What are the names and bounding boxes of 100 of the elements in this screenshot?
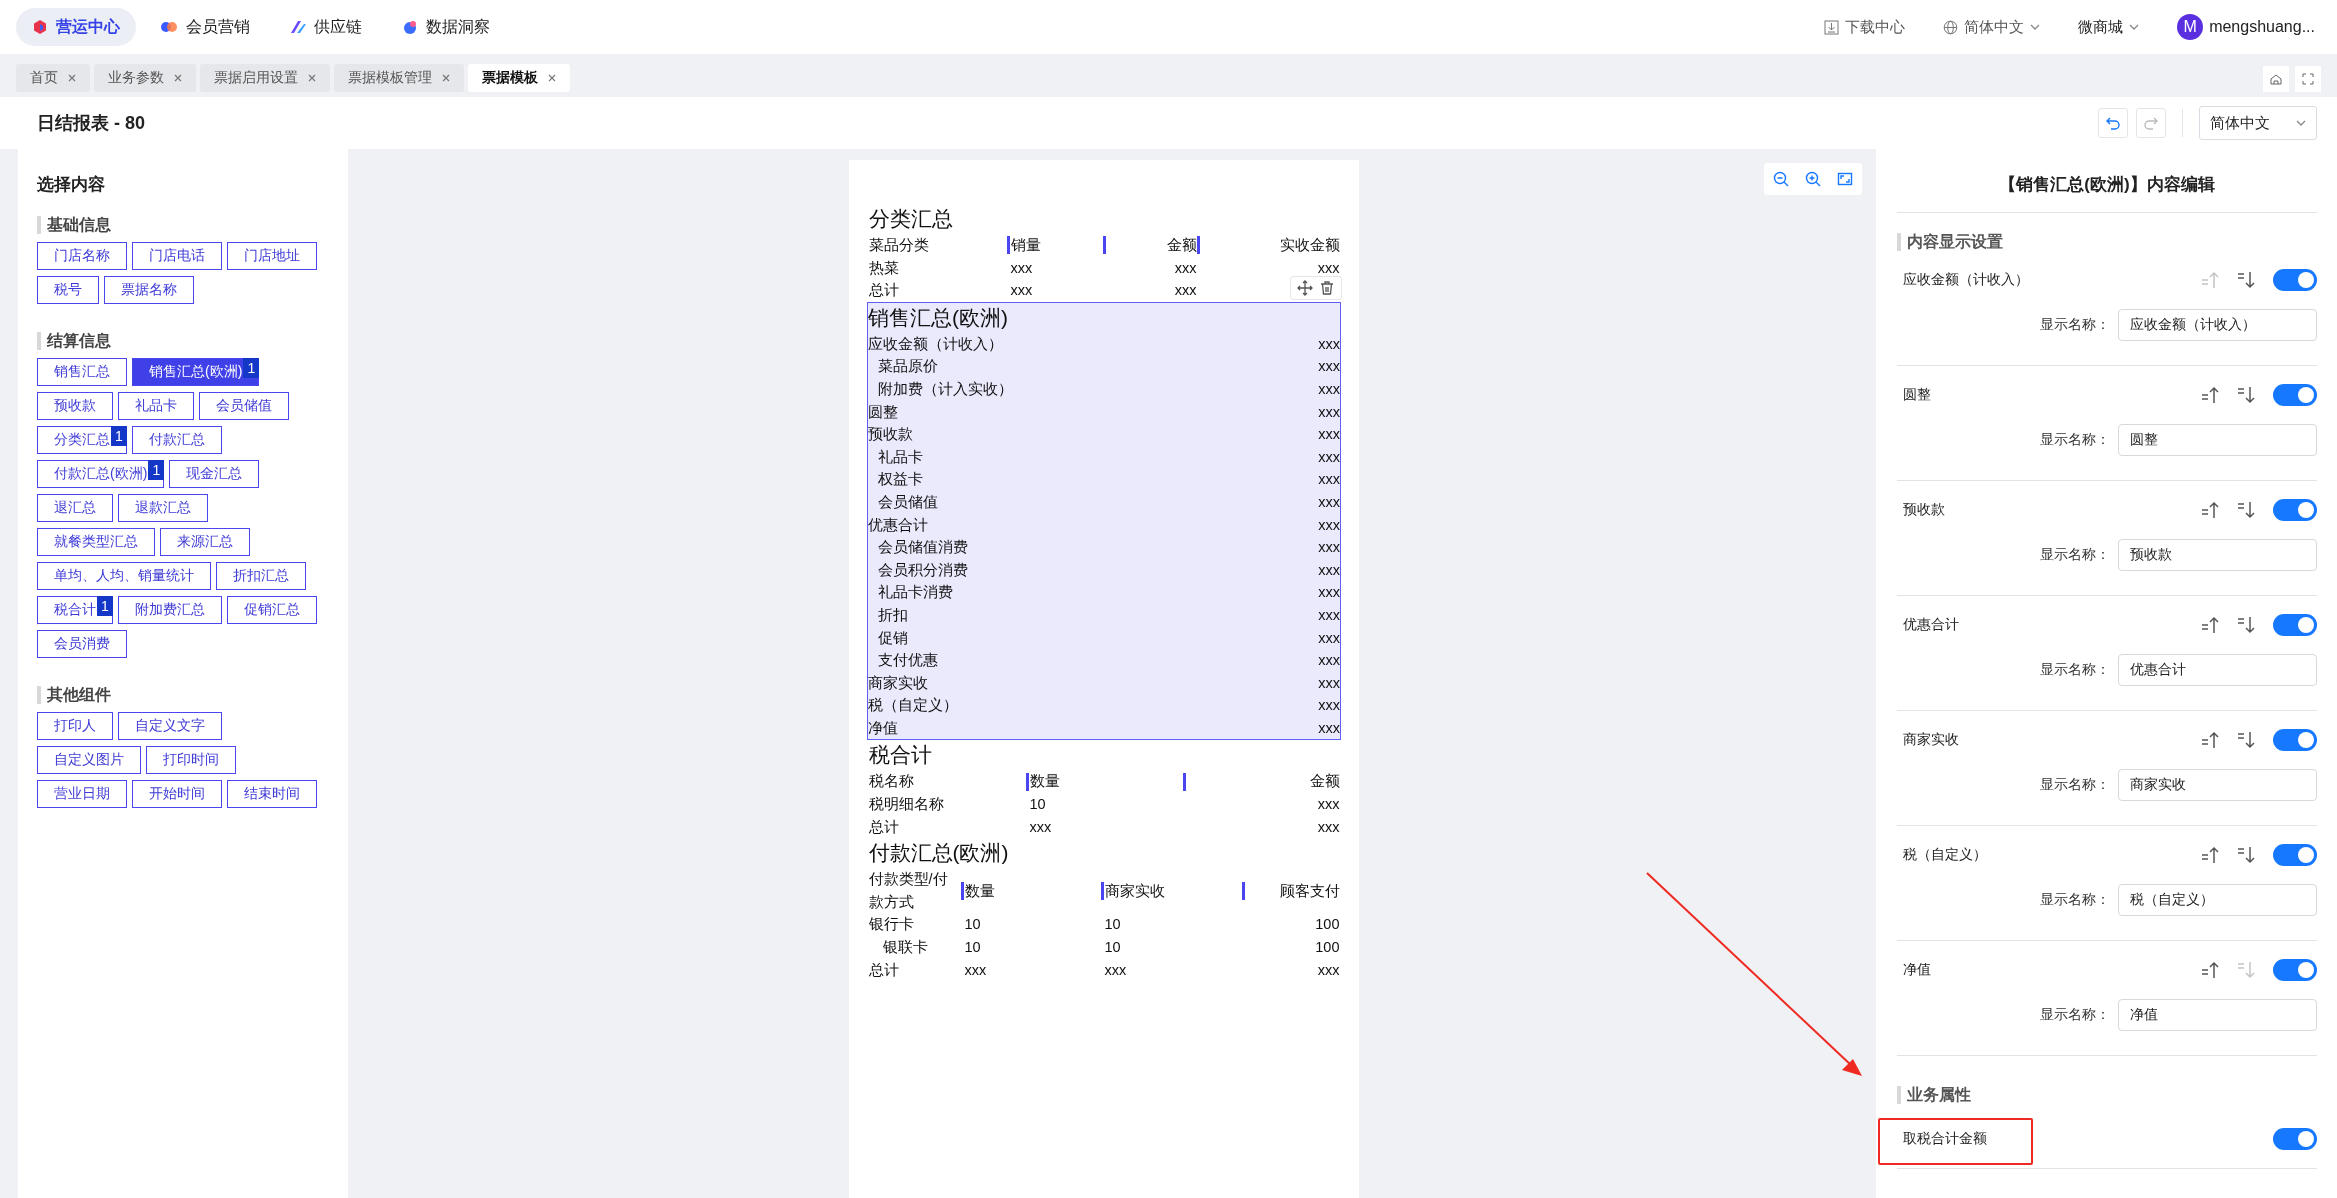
content-chip[interactable]: 退款汇总 <box>118 494 208 522</box>
section-title: 付款汇总(欧洲) <box>868 840 1010 867</box>
toggle-switch[interactable] <box>2273 844 2317 866</box>
module-tab[interactable]: 营运中心 <box>16 8 136 46</box>
close-icon[interactable] <box>68 74 76 82</box>
line-label: 税（自定义） <box>868 696 958 716</box>
language-menu[interactable]: 简体中文 <box>1937 16 2047 38</box>
module-tab[interactable]: 数据洞察 <box>386 8 506 46</box>
line-label: 会员储值 <box>877 492 938 512</box>
toggle-switch[interactable] <box>2273 499 2317 521</box>
receipt-section[interactable]: 分类汇总 菜品分类 销量 金额 实收金额 热菜 xxx xxx xxx 总计 xxx xxx <box>868 204 1340 302</box>
content-chip[interactable]: 销售汇总 <box>37 358 127 386</box>
receipt-section[interactable]: 付款汇总(欧洲) 付款类型/付款方式 数量 商家实收 顾客支付 银行卡 10 10 100 银联卡 10 10 100 总计 xxx xxx xxx <box>868 838 1340 982</box>
page-tab[interactable]: 票据模板 <box>468 64 570 92</box>
home-button[interactable] <box>2263 66 2289 92</box>
item-label: 净值 <box>1903 961 1931 979</box>
content-chip[interactable]: 打印人 <box>37 712 113 740</box>
delete-icon[interactable] <box>1319 279 1335 296</box>
content-chip[interactable]: 打印时间 <box>146 746 236 774</box>
content-chip[interactable]: 来源汇总 <box>160 528 250 556</box>
content-chip[interactable]: 促销汇总 <box>227 596 317 624</box>
column-marker[interactable] <box>1025 772 1029 791</box>
content-chip[interactable]: 分类汇总 1 <box>37 426 127 454</box>
line-label: 预收款 <box>868 425 913 445</box>
display-name-field[interactable]: 应收金额（计收入） <box>2118 309 2317 341</box>
content-chip[interactable]: 折扣汇总 <box>216 562 306 590</box>
toggle-switch[interactable] <box>2273 1128 2317 1150</box>
column-marker[interactable] <box>1102 236 1106 255</box>
field-label: 显示名称： <box>2040 546 2110 564</box>
circles-icon <box>160 20 178 34</box>
user-menu[interactable]: M mengshuang... <box>2171 13 2321 41</box>
toggle-switch[interactable] <box>2273 959 2317 981</box>
column-marker[interactable] <box>1182 772 1186 791</box>
receipt-section[interactable]: 税合计 税名称 数量 金额 税明细名称 10 xxx 总计 xxx xxx <box>868 740 1340 839</box>
column-marker[interactable] <box>960 881 964 900</box>
content-chip[interactable]: 结束时间 <box>227 780 317 808</box>
language-select[interactable]: 简体中文 <box>2199 106 2317 140</box>
column-marker[interactable] <box>1241 881 1245 900</box>
toggle-switch[interactable] <box>2273 384 2317 406</box>
column-marker[interactable] <box>1196 236 1200 255</box>
content-chip[interactable]: 票据名称 <box>104 276 194 304</box>
display-name-field[interactable]: 优惠合计 <box>2118 654 2317 686</box>
move-icon[interactable] <box>1297 279 1313 296</box>
content-chip[interactable]: 单均、人均、销量统计 <box>37 562 211 590</box>
close-icon[interactable] <box>442 74 450 82</box>
toggle-switch[interactable] <box>2273 269 2317 291</box>
column-marker[interactable] <box>1006 236 1010 255</box>
display-name-field[interactable]: 净值 <box>2118 999 2317 1031</box>
close-icon[interactable] <box>174 74 182 82</box>
page-tab[interactable]: 首页 <box>16 64 90 92</box>
content-chip[interactable]: 退汇总 <box>37 494 113 522</box>
display-name-field[interactable]: 圆整 <box>2118 424 2317 456</box>
table-cell-text: 总计 <box>868 817 899 837</box>
field-label: 显示名称： <box>2040 316 2110 334</box>
line-value: xxx <box>1318 492 1340 512</box>
content-chip[interactable]: 礼品卡 <box>118 392 194 420</box>
display-name-field[interactable]: 商家实收 <box>2118 769 2317 801</box>
content-chip[interactable]: 自定义文字 <box>118 712 222 740</box>
content-chip[interactable]: 开始时间 <box>132 780 222 808</box>
line-value: xxx <box>1318 718 1340 738</box>
content-chip[interactable]: 现金汇总 <box>169 460 260 488</box>
toggle-switch[interactable] <box>2273 729 2317 751</box>
line-label: 商家实收 <box>868 673 928 693</box>
content-chip[interactable]: 门店名称 <box>37 242 127 270</box>
content-chip[interactable]: 就餐类型汇总 <box>37 528 155 556</box>
store-menu[interactable]: 微商城 <box>2072 16 2146 38</box>
group-title: 基础信息 <box>37 216 322 234</box>
content-chip[interactable]: 付款汇总 <box>132 426 222 454</box>
toggle-switch[interactable] <box>2273 614 2317 636</box>
chevron-down-icon <box>2296 120 2306 126</box>
close-icon[interactable] <box>308 74 316 82</box>
user-name: mengshuang... <box>2209 18 2315 36</box>
module-tab[interactable]: 会员营销 <box>144 8 266 46</box>
content-chip[interactable]: 税合计 1 <box>37 596 113 624</box>
content-chip[interactable]: 预收款 <box>37 392 113 420</box>
close-icon[interactable] <box>548 74 556 82</box>
display-name-field[interactable]: 税（自定义） <box>2118 884 2317 916</box>
content-chip[interactable]: 门店地址 <box>227 242 317 270</box>
display-name-field[interactable]: 预收款 <box>2118 539 2317 571</box>
content-chip[interactable]: 会员储值 <box>199 392 289 420</box>
page-tab[interactable]: 票据启用设置 <box>200 64 330 92</box>
page-tab[interactable]: 业务参数 <box>94 64 196 92</box>
page-tab[interactable]: 票据模板管理 <box>334 64 464 92</box>
undo-button[interactable] <box>2098 108 2128 138</box>
column-marker[interactable] <box>1100 881 1104 900</box>
line-label: 折扣 <box>877 605 908 625</box>
module-tab[interactable]: 供应链 <box>274 8 378 46</box>
content-chip[interactable]: 会员消费 <box>37 630 127 658</box>
section-heading: 业务属性 <box>1897 1086 2317 1104</box>
content-chip[interactable]: 自定义图片 <box>37 746 141 774</box>
content-chip[interactable]: 税号 <box>37 276 99 304</box>
download-link[interactable]: 下载中心 <box>1818 16 1912 38</box>
table-cell-text: xxx <box>1103 960 1127 980</box>
content-chip[interactable]: 付款汇总(欧洲) 1 <box>37 460 165 488</box>
content-chip[interactable]: 营业日期 <box>37 780 127 808</box>
content-chip[interactable]: 门店电话 <box>132 242 222 270</box>
report-title: 日结报表 - 80 <box>37 112 146 135</box>
content-chip[interactable]: 销售汇总(欧洲) 1 <box>132 358 260 386</box>
fullscreen-icon <box>2302 73 2314 85</box>
content-chip[interactable]: 附加费汇总 <box>118 596 222 624</box>
